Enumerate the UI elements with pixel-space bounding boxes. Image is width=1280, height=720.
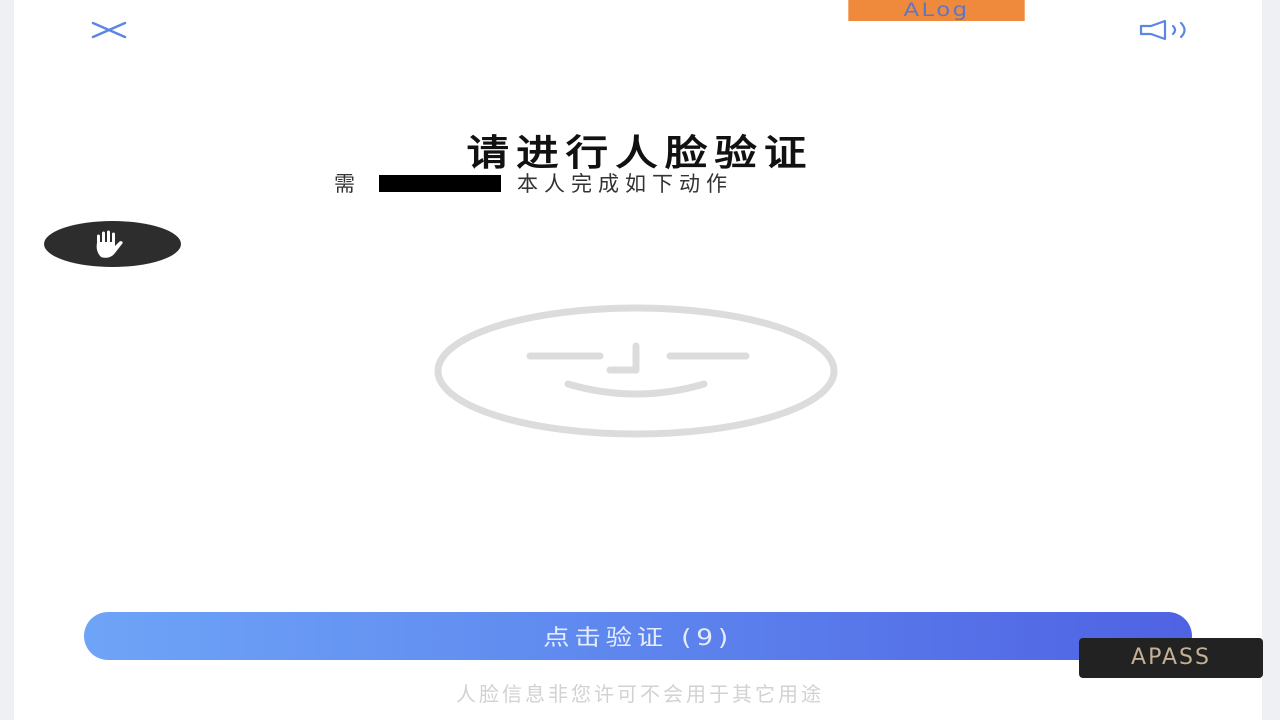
face-outline-icon [434,304,838,438]
redacted-name [379,174,501,192]
verify-button-label: 点击验证 (9) [543,626,733,651]
verify-button[interactable]: 点击验证 (9) [84,612,1192,660]
close-icon [91,21,127,39]
instruction-subtitle: 需 本人完成如下动作 [334,168,733,198]
apass-overlay-button[interactable]: APASS [1079,638,1263,678]
hand-wave-icon [96,230,123,258]
alog-debug-button[interactable]: ALog [848,0,1025,21]
subtitle-prefix: 需 [334,172,361,196]
close-button[interactable] [86,14,132,46]
speaker-icon [1139,19,1186,41]
speaker-button[interactable] [1134,14,1200,46]
subtitle-suffix: 本人完成如下动作 [517,172,733,196]
privacy-note: 人脸信息非您许可不会用于其它用途 [456,682,824,706]
action-hint-badge [44,221,181,267]
